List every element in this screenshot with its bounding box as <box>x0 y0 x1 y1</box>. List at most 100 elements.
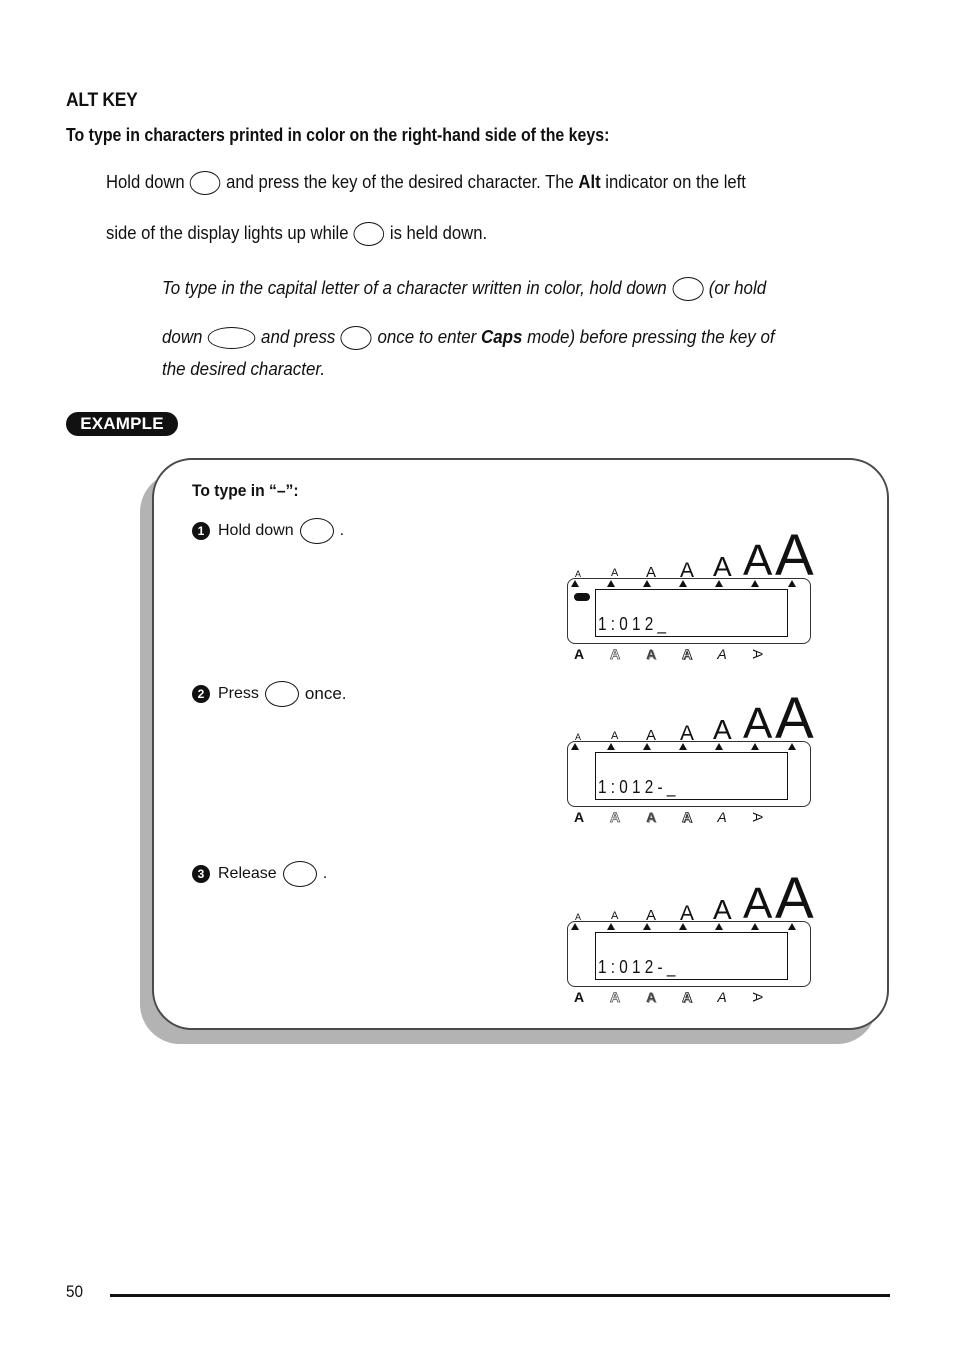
size-pointer-icon <box>643 580 651 587</box>
style-indicator-row: AAAAAA <box>563 989 813 1007</box>
step-1: 1 Hold down . <box>192 518 344 544</box>
alt-label: Alt <box>578 171 601 192</box>
step-number-badge: 2 <box>192 685 210 703</box>
style-indicator-vertical: A <box>750 649 766 659</box>
code-key-icon <box>207 327 256 350</box>
lcd-frame: 1:012-_ <box>567 741 811 807</box>
size-pointer-icon <box>571 923 579 930</box>
alt-key-icon <box>353 222 385 247</box>
size-pointer-icon <box>643 923 651 930</box>
body-text: side of the display lights up while <box>106 222 349 243</box>
size-indicator-glyph: A <box>775 522 814 588</box>
style-indicator-italic: A <box>717 646 727 662</box>
note-text: and press <box>261 326 336 347</box>
body-text: is held down. <box>389 222 488 243</box>
lcd-frame: 1:012_ <box>567 578 811 644</box>
size-pointer-icon <box>715 743 723 750</box>
size-pointer-icon <box>571 580 579 587</box>
caps-key-icon <box>340 326 372 351</box>
lcd-screen: 1:012-_ <box>595 752 788 800</box>
size-pointer-icon <box>607 743 615 750</box>
size-pointer-icon <box>643 743 651 750</box>
section-title: ALT KEY <box>66 90 138 111</box>
step-2: 2 Press once. <box>192 681 347 707</box>
size-pointer-icon <box>679 580 687 587</box>
shift-key-icon <box>672 277 704 302</box>
style-indicator-outline: A <box>609 646 621 663</box>
lcd-screen: 1:012-_ <box>595 932 788 980</box>
step-text: . <box>322 865 328 882</box>
body-line-2: side of the display lights up while is he… <box>106 222 488 247</box>
style-indicator-shadow: A <box>645 646 657 662</box>
lcd-text: 1:012_ <box>598 614 671 634</box>
step-text: Hold down <box>218 522 294 539</box>
example-badge: EXAMPLE <box>66 412 178 436</box>
size-indicator-glyph: A <box>743 536 773 586</box>
size-pointer-icon <box>751 580 759 587</box>
minus-key-icon <box>264 681 299 707</box>
size-indicator-row: AAAAAAA <box>563 859 814 927</box>
style-indicator-shadow: A <box>645 809 657 825</box>
size-pointer-icon <box>788 580 796 587</box>
size-pointer-icon <box>751 743 759 750</box>
lcd-screen: 1:012_ <box>595 589 788 637</box>
size-pointer-icon <box>571 743 579 750</box>
lcd-frame: 1:012-_ <box>567 921 811 987</box>
size-pointer-icon <box>679 743 687 750</box>
size-indicator-glyph: A <box>743 699 773 749</box>
note-text: down <box>162 326 203 347</box>
alt-indicator <box>574 593 590 601</box>
style-indicator-row: AAAAAA <box>563 809 813 827</box>
style-indicator-bold: A <box>573 809 585 825</box>
example-heading: To type in “–”: <box>192 481 299 500</box>
style-indicator-outline-shadow: A <box>681 809 693 826</box>
lcd-display-step-1: A A A A A A A 1:012_ A A A A A A <box>563 516 814 666</box>
size-indicator-row: AAAAAAA <box>563 679 814 747</box>
section-subtitle: To type in characters printed in color o… <box>66 124 610 145</box>
alt-key-icon <box>299 518 334 544</box>
lcd-display-step-2: A A A A A A A 1:012-_ A A A A A A <box>563 679 814 829</box>
step-text: once. <box>304 684 347 703</box>
note-text: mode) before pressing the key of <box>527 326 775 347</box>
note-line-2: down and press once to enter Caps mode) be… <box>162 326 775 351</box>
note-text: To type in the capital letter of a chara… <box>162 277 667 298</box>
size-indicator-glyph: A <box>743 879 773 929</box>
size-pointer-icon <box>607 580 615 587</box>
style-indicator-vertical: A <box>750 812 766 822</box>
style-indicator-bold: A <box>573 646 585 662</box>
size-pointer-icon <box>679 923 687 930</box>
style-indicator-vertical: A <box>750 992 766 1002</box>
alt-key-icon <box>190 171 221 196</box>
size-pointer-icon <box>715 923 723 930</box>
step-number-badge: 3 <box>192 865 210 883</box>
note-text: (or hold <box>708 277 767 298</box>
style-indicator-outline: A <box>609 809 621 826</box>
step-text: Release <box>218 865 277 882</box>
body-text: indicator on the left <box>605 171 746 192</box>
style-indicator-italic: A <box>717 989 727 1005</box>
size-indicator-glyph: A <box>775 865 814 931</box>
note-line-1: To type in the capital letter of a chara… <box>162 277 767 302</box>
lcd-text: 1:012-_ <box>598 957 680 977</box>
style-indicator-row: AAAAAA <box>563 646 813 664</box>
style-indicator-shadow: A <box>645 989 657 1005</box>
step-text: . <box>339 522 345 539</box>
note-line-3: the desired character. <box>162 358 326 379</box>
step-text: Press <box>218 685 259 702</box>
size-pointer-icon <box>715 580 723 587</box>
body-text: and press the key of the desired charact… <box>226 171 574 192</box>
style-indicator-outline-shadow: A <box>681 989 693 1006</box>
style-indicator-bold: A <box>573 989 585 1005</box>
style-indicator-italic: A <box>717 809 727 825</box>
step-3: 3 Release . <box>192 861 327 887</box>
size-indicator-row: AAAAAAA <box>563 516 814 584</box>
style-indicator-outline-shadow: A <box>681 646 693 663</box>
caps-label: Caps <box>480 326 523 347</box>
size-pointer-icon <box>788 923 796 930</box>
lcd-text: 1:012-_ <box>598 777 680 797</box>
size-pointer-icon <box>751 923 759 930</box>
alt-key-icon <box>282 861 317 887</box>
style-indicator-outline: A <box>609 989 621 1006</box>
step-number-badge: 1 <box>192 522 210 540</box>
size-pointer-icon <box>607 923 615 930</box>
